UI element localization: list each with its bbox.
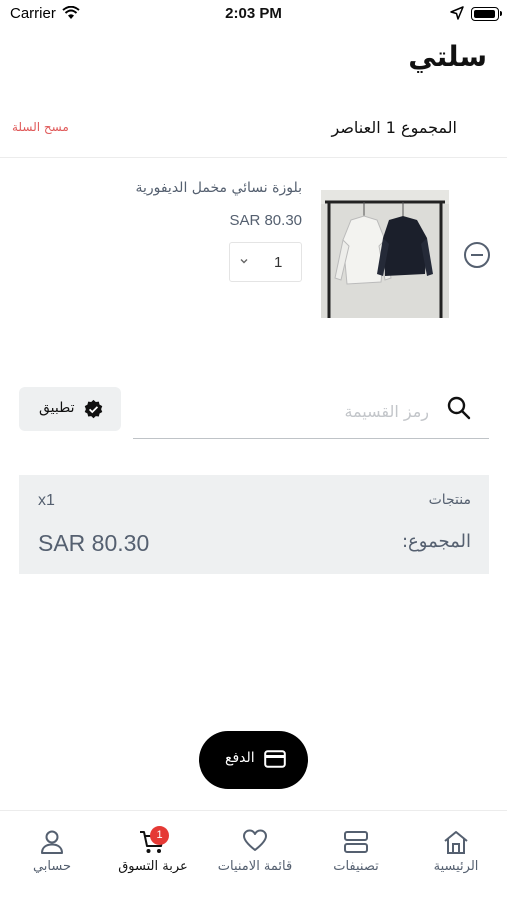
cart-summary-row: مسح السلة المجموع 1 العناصر xyxy=(0,112,507,148)
nav-label-categories: تصنيفات xyxy=(333,859,379,874)
search-icon xyxy=(447,396,471,420)
coupon-field xyxy=(133,385,489,439)
coupon-input[interactable] xyxy=(133,393,433,429)
chevron-down-icon xyxy=(240,259,248,264)
user-icon xyxy=(41,830,63,854)
items-label: منتجات xyxy=(428,492,471,508)
page-title: سلتي xyxy=(408,40,487,73)
categories-icon xyxy=(344,831,368,853)
nav-label-account: حسابي xyxy=(32,859,72,874)
product-photo-icon xyxy=(321,190,449,318)
checkout-button[interactable]: الدفع xyxy=(199,731,308,789)
apply-coupon-label: تطبيق xyxy=(39,400,75,416)
checkout-label: الدفع xyxy=(225,750,255,766)
location-arrow-icon xyxy=(450,6,464,20)
nav-item-categories[interactable]: تصنيفات xyxy=(316,811,396,900)
product-name[interactable]: بلوزة نسائي مخمل الديفورية xyxy=(135,180,302,196)
apply-coupon-button[interactable]: تطبيق xyxy=(19,387,121,431)
verified-check-icon xyxy=(84,399,103,419)
remove-item-button[interactable] xyxy=(464,242,490,268)
quantity-value: 1 xyxy=(274,254,283,271)
order-totals: x1 منتجات SAR 80.30 المجموع: xyxy=(19,475,489,574)
product-image[interactable] xyxy=(321,190,449,318)
clear-cart-link[interactable]: مسح السلة xyxy=(12,120,69,134)
nav-label-wishlist: قائمة الامنيات xyxy=(217,859,293,874)
battery-icon xyxy=(471,7,502,21)
nav-label-home: الرئيسية xyxy=(433,859,479,874)
heart-icon xyxy=(243,829,267,851)
nav-label-cart: عربة التسوق xyxy=(118,859,188,874)
status-time: 2:03 PM xyxy=(225,5,282,22)
status-bar: Carrier 2:03 PM xyxy=(0,0,507,30)
nav-item-wishlist[interactable]: قائمة الامنيات xyxy=(210,811,300,900)
cart-badge: 1 xyxy=(150,826,169,845)
grand-total-value: SAR 80.30 xyxy=(38,530,150,556)
total-items-label: المجموع 1 العناصر xyxy=(331,118,457,137)
bottom-nav: الرئيسية تصنيفات قائمة الامنيات عربة الت… xyxy=(0,810,507,900)
quantity-select[interactable]: 1 xyxy=(229,242,302,282)
credit-card-icon xyxy=(264,750,286,768)
divider xyxy=(0,157,507,158)
nav-item-home[interactable]: الرئيسية xyxy=(414,811,498,900)
nav-item-account[interactable]: حسابي xyxy=(14,811,90,900)
home-icon xyxy=(444,831,468,854)
product-price: SAR 80.30 xyxy=(229,212,302,229)
nav-item-cart[interactable]: عربة التسوق xyxy=(112,811,194,900)
grand-total-label: المجموع: xyxy=(401,531,471,552)
items-count: x1 xyxy=(38,492,55,509)
